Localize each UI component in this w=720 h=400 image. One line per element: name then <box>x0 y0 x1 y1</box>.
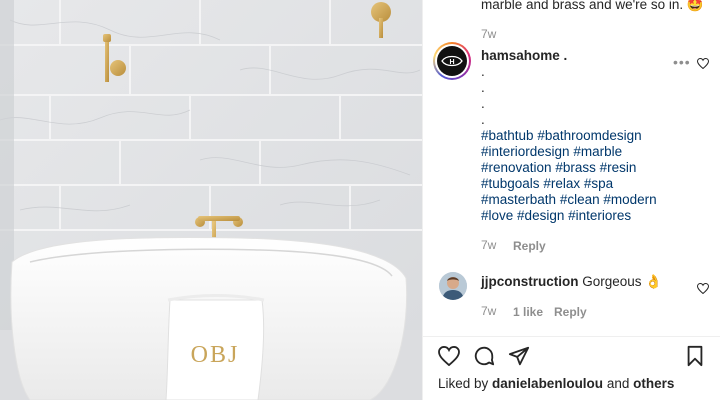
liked-by-joiner: and <box>603 376 634 391</box>
hashtag-link[interactable]: #design <box>517 208 564 223</box>
hashtag-link[interactable]: #clean <box>560 192 600 207</box>
divider <box>423 336 720 337</box>
towel-monogram: OBJ <box>191 342 240 368</box>
person-avatar-icon <box>439 272 467 300</box>
paper-plane-icon <box>508 346 530 366</box>
comment-reply-button[interactable]: Reply <box>554 305 587 319</box>
caption-dot-2: . <box>481 80 485 95</box>
caption-dot-1: . <box>481 64 485 79</box>
liked-by-user[interactable]: danielabenloulou <box>492 376 603 391</box>
caption-dot-3: . <box>481 96 485 111</box>
hashtag-line-4: #tubgoals #relax #spa <box>481 176 691 192</box>
hashtag-line-3: #renovation #brass #resin <box>481 160 691 176</box>
liked-by: Liked by danielabenloulou and others <box>438 376 674 391</box>
hamsa-logo-icon: H <box>437 46 467 76</box>
commenter-avatar[interactable] <box>439 272 467 300</box>
post-caption: hamsahome . . . . . #bathtub #bathroomde… <box>481 48 691 224</box>
more-options-button[interactable]: ••• <box>673 54 691 70</box>
comments-panel: marble and brass and we're so in. 🤩 7w H… <box>422 0 720 400</box>
author-avatar[interactable]: H <box>433 42 471 80</box>
reply-label: Reply <box>554 305 587 319</box>
like-button[interactable] <box>438 345 460 371</box>
previous-comment-time[interactable]: 7w <box>481 27 496 41</box>
hashtag-link[interactable]: #interiores <box>568 208 631 223</box>
save-button[interactable] <box>685 345 705 372</box>
post-time[interactable]: 7w <box>481 238 496 252</box>
liked-by-others[interactable]: others <box>633 376 674 391</box>
comment-likes-count[interactable]: 1 like <box>513 305 543 319</box>
hashtag-link[interactable]: #spa <box>584 176 613 191</box>
post-image[interactable]: OBJ <box>0 0 422 400</box>
hashtag-line-1: #bathtub #bathroomdesign <box>481 128 691 144</box>
heart-outline-icon <box>696 282 710 295</box>
hashtag-line-6: #love #design #interiores <box>481 208 691 224</box>
hashtag-link[interactable]: #resin <box>600 160 637 175</box>
previous-comment-text: marble and brass and we're so in. 🤩 <box>481 0 704 12</box>
hashtag-link[interactable]: #relax <box>543 176 580 191</box>
share-button[interactable] <box>508 345 530 372</box>
comment-button[interactable] <box>473 345 495 372</box>
caption-dot-4: . <box>481 112 485 127</box>
comment-body: jjpconstruction Gorgeous 👌 <box>481 274 662 290</box>
commenter-username[interactable]: jjpconstruction <box>481 274 579 289</box>
bookmark-icon <box>687 345 703 367</box>
hashtag-link[interactable]: #marble <box>573 144 622 159</box>
hashtag-link[interactable]: #modern <box>603 192 656 207</box>
hashtag-link[interactable]: #masterbath <box>481 192 556 207</box>
caption-like-button[interactable] <box>696 56 710 74</box>
hashtag-link[interactable]: #brass <box>555 160 596 175</box>
bathroom-photo: OBJ <box>0 0 422 400</box>
heart-outline-icon <box>696 57 710 70</box>
hashtag-link[interactable]: #bathroomdesign <box>537 128 641 143</box>
comment-time[interactable]: 7w <box>481 304 496 318</box>
liked-by-prefix: Liked by <box>438 376 493 391</box>
author-username[interactable]: hamsahome . <box>481 48 567 63</box>
hashtag-link[interactable]: #tubgoals <box>481 176 540 191</box>
hashtag-line-5: #masterbath #clean #modern <box>481 192 691 208</box>
caption-reply-button[interactable]: Reply <box>513 239 546 253</box>
hashtag-link[interactable]: #renovation <box>481 160 552 175</box>
hashtag-link[interactable]: #bathtub <box>481 128 534 143</box>
comment-like-button[interactable] <box>696 281 710 299</box>
hashtag-link[interactable]: #love <box>481 208 513 223</box>
hashtag-link[interactable]: #interiordesign <box>481 144 570 159</box>
hashtag-line-2: #interiordesign #marble <box>481 144 691 160</box>
reply-label: Reply <box>513 239 546 253</box>
comment-icon <box>474 346 495 366</box>
heart-icon <box>438 345 460 367</box>
likes-label: 1 like <box>513 305 544 319</box>
svg-text:H: H <box>449 59 454 66</box>
comment-text: Gorgeous 👌 <box>582 274 663 289</box>
